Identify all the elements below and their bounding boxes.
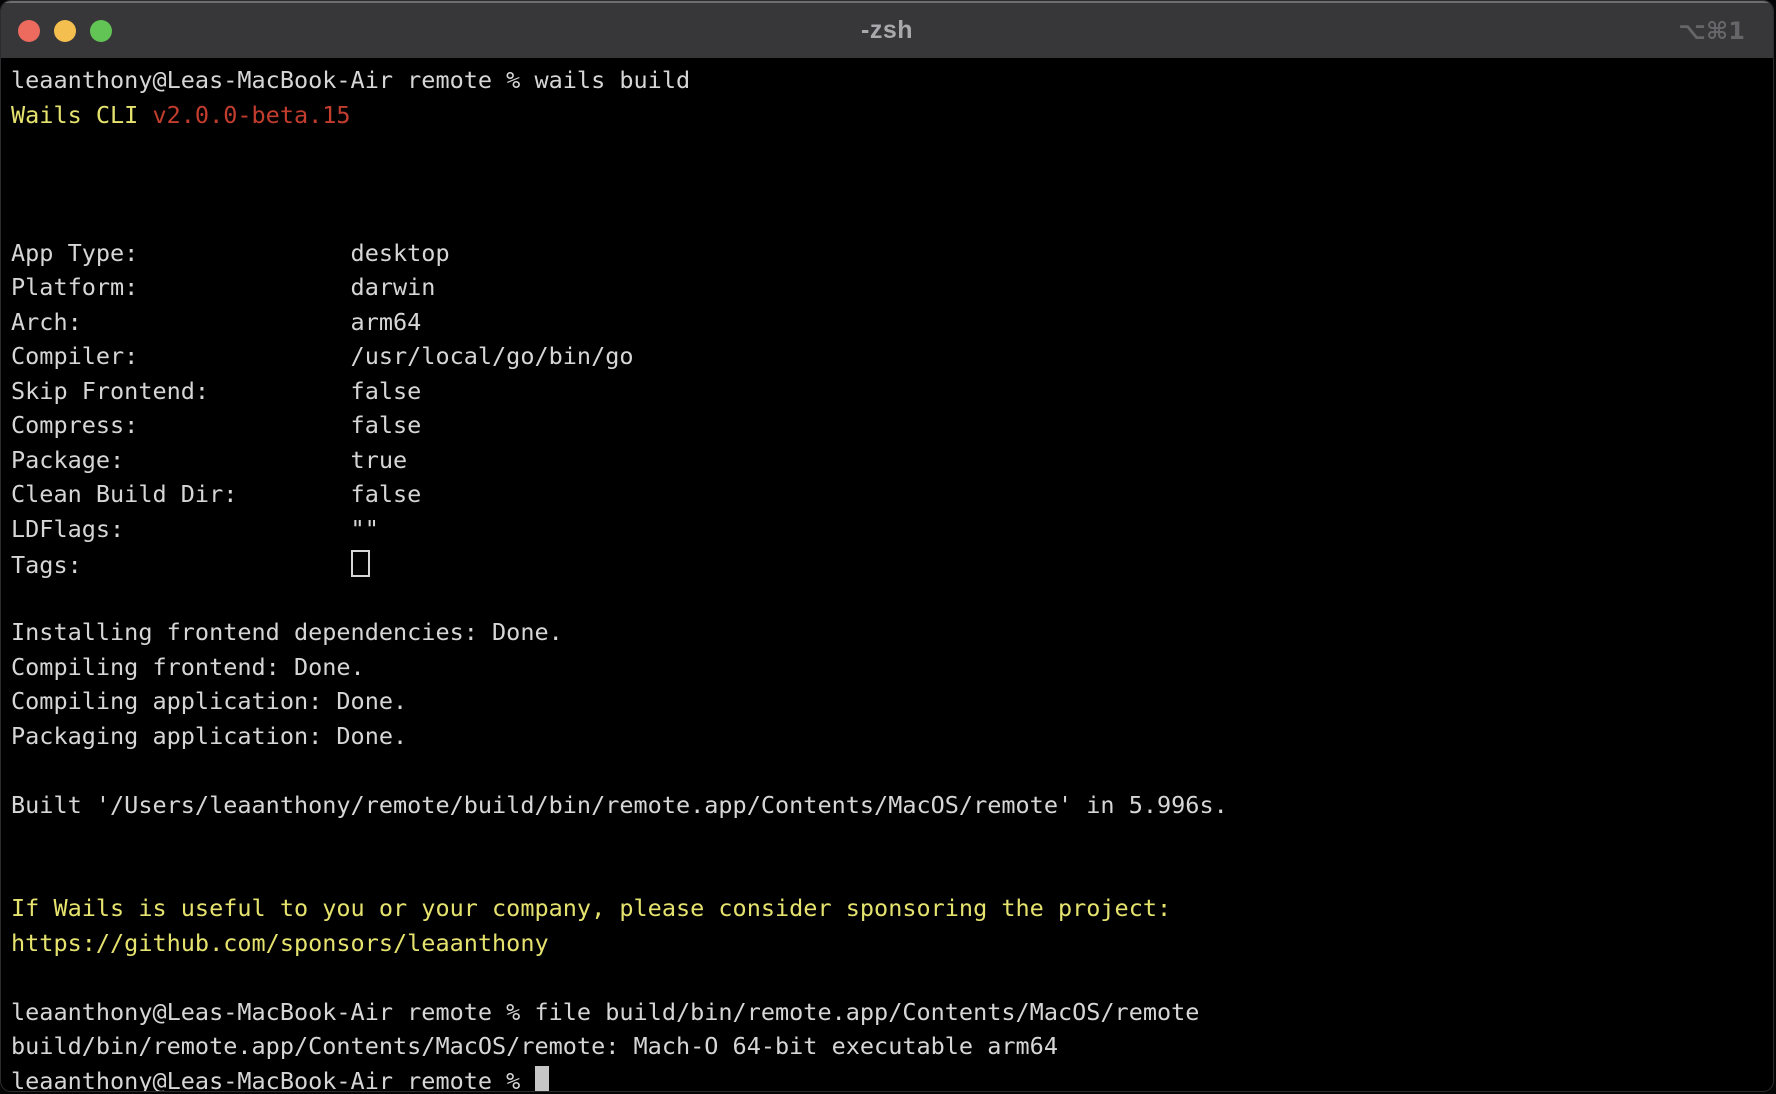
titlebar[interactable]: -zsh ⌥⌘1: [1, 1, 1773, 58]
window-title: -zsh: [1, 16, 1773, 45]
zoom-button[interactable]: [90, 20, 112, 42]
terminal-text: Skip Frontend: false: [11, 377, 421, 405]
terminal-line: Package: true: [11, 443, 1763, 478]
terminal-text: Clean Build Dir: false: [11, 480, 421, 508]
terminal-text: leaanthony@Leas-MacBook-Air remote % fil…: [11, 998, 1199, 1026]
terminal-line: [11, 132, 1763, 167]
minimize-button[interactable]: [54, 20, 76, 42]
close-button[interactable]: [18, 20, 40, 42]
terminal-line: [11, 167, 1763, 202]
terminal-text: Installing frontend dependencies: Done.: [11, 618, 563, 646]
terminal-line: App Type: desktop: [11, 236, 1763, 271]
terminal-text: Compiling frontend: Done.: [11, 653, 365, 681]
terminal-line: [11, 581, 1763, 616]
terminal-text: Compress: false: [11, 411, 421, 439]
terminal-text: Platform: darwin: [11, 273, 435, 301]
terminal-line: [11, 960, 1763, 995]
terminal-window: -zsh ⌥⌘1 leaanthony@Leas-MacBook-Air rem…: [0, 0, 1774, 1092]
terminal-text: build/bin/remote.app/Contents/MacOS/remo…: [11, 1032, 1058, 1060]
terminal-text: https://github.com/sponsors/leaanthony: [11, 929, 549, 957]
terminal-line: [11, 753, 1763, 788]
terminal-text: Packaging application: Done.: [11, 722, 407, 750]
traffic-lights: [18, 3, 112, 58]
terminal-text: Tags:: [11, 551, 351, 579]
terminal-text: If Wails is useful to you or your compan…: [11, 894, 1171, 922]
terminal-text: v2.0.0-beta.15: [152, 101, 350, 129]
terminal-line: Tags:: [11, 546, 1763, 581]
terminal-text: App Type: desktop: [11, 239, 450, 267]
terminal-line: Compress: false: [11, 408, 1763, 443]
terminal-line: https://github.com/sponsors/leaanthony: [11, 926, 1763, 961]
terminal-line: Clean Build Dir: false: [11, 477, 1763, 512]
terminal-text: LDFlags: "": [11, 515, 379, 543]
terminal-line: leaanthony@Leas-MacBook-Air remote % wai…: [11, 63, 1763, 98]
terminal-line: Arch: arm64: [11, 305, 1763, 340]
terminal-text: leaanthony@Leas-MacBook-Air remote % wai…: [11, 66, 690, 94]
text-cursor: [535, 1066, 549, 1092]
terminal-line: Built '/Users/leaanthony/remote/build/bi…: [11, 788, 1763, 823]
terminal-line: Compiling application: Done.: [11, 684, 1763, 719]
terminal-line: leaanthony@Leas-MacBook-Air remote %: [11, 1064, 1763, 1093]
terminal-line: [11, 857, 1763, 892]
terminal-line: If Wails is useful to you or your compan…: [11, 891, 1763, 926]
terminal-text: leaanthony@Leas-MacBook-Air remote %: [11, 1067, 534, 1093]
terminal-line: Skip Frontend: false: [11, 374, 1763, 409]
terminal-text: Compiling application: Done.: [11, 687, 407, 715]
terminal-line: Compiler: /usr/local/go/bin/go: [11, 339, 1763, 374]
terminal-content[interactable]: leaanthony@Leas-MacBook-Air remote % wai…: [1, 58, 1773, 1092]
terminal-line: Wails CLI v2.0.0-beta.15: [11, 98, 1763, 133]
terminal-line: Platform: darwin: [11, 270, 1763, 305]
terminal-line: Compiling frontend: Done.: [11, 650, 1763, 685]
window-shortcut-badge: ⌥⌘1: [1678, 3, 1745, 58]
terminal-line: [11, 822, 1763, 857]
terminal-text: Package: true: [11, 446, 407, 474]
terminal-line: [11, 201, 1763, 236]
empty-tags-glyph: [351, 550, 370, 577]
terminal-text: Wails CLI: [11, 101, 152, 129]
terminal-line: LDFlags: "": [11, 512, 1763, 547]
terminal-line: Installing frontend dependencies: Done.: [11, 615, 1763, 650]
terminal-line: build/bin/remote.app/Contents/MacOS/remo…: [11, 1029, 1763, 1064]
terminal-text: Compiler: /usr/local/go/bin/go: [11, 342, 634, 370]
terminal-line: leaanthony@Leas-MacBook-Air remote % fil…: [11, 995, 1763, 1030]
terminal-line: Packaging application: Done.: [11, 719, 1763, 754]
terminal-text: Built '/Users/leaanthony/remote/build/bi…: [11, 791, 1228, 819]
terminal-text: Arch: arm64: [11, 308, 421, 336]
